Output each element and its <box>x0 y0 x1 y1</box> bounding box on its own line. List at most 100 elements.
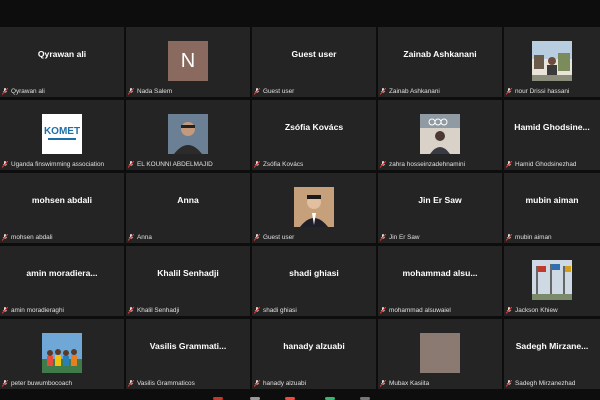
participant-name-label: Jackson Khiew <box>506 307 598 314</box>
komet-logo: KOMET <box>42 114 82 154</box>
muted-mic-icon <box>380 161 386 168</box>
participant-tile[interactable]: Sadegh Mirzane... Sadegh Mirzanezhad <box>504 319 600 389</box>
participant-name-label: Zainab Ashkanani <box>380 88 500 95</box>
participant-name: Uganda finswimming association <box>11 161 105 168</box>
participant-tile[interactable]: Jackson Khiew <box>504 246 600 316</box>
participant-tile[interactable]: EL KOUNNI ABDELMAJID <box>126 100 250 170</box>
participant-display-name: Khalil Senhadji <box>157 268 219 278</box>
muted-mic-icon <box>254 161 260 168</box>
participant-tile[interactable]: shadi ghiasi shadi ghiasi <box>252 246 376 316</box>
participant-name-label: zahra hosseinzadehnamini <box>380 161 500 168</box>
participant-tile[interactable]: zahra hosseinzadehnamini <box>378 100 502 170</box>
participant-name: Khalil Senhadji <box>137 307 180 314</box>
blank-photo <box>420 333 460 373</box>
participant-tile[interactable]: mohammad alsu... mohammad alsuwaiel <box>378 246 502 316</box>
participant-tile[interactable]: Guest user <box>252 173 376 243</box>
participant-tile[interactable]: Mubax Kasiita <box>378 319 502 389</box>
participant-tile[interactable]: Zainab Ashkanani Zainab Ashkanani <box>378 27 502 97</box>
muted-mic-icon <box>254 380 260 387</box>
muted-mic-icon <box>2 161 8 168</box>
participant-name-label: Anna <box>128 234 248 241</box>
participant-tile[interactable]: N Nada Salem <box>126 27 250 97</box>
participant-tile[interactable]: Hamid Ghodsine... Hamid Ghodsinezhad <box>504 100 600 170</box>
participant-name: Qyrawan ali <box>11 88 45 95</box>
participant-display-name: shadi ghiasi <box>289 268 339 278</box>
participant-display-name: Vasilis Grammati... <box>149 341 227 351</box>
participant-tile[interactable]: Vasilis Grammati... Vasilis Grammaticos <box>126 319 250 389</box>
participant-display-name: amin moradiera... <box>26 268 98 278</box>
participant-name: Zsófia Kovács <box>263 161 304 168</box>
participant-tile[interactable]: Guest user Guest user <box>252 27 376 97</box>
participant-tile[interactable]: Qyrawan ali Qyrawan ali <box>0 27 124 97</box>
participant-tile[interactable]: hanady alzuabi hanady alzuabi <box>252 319 376 389</box>
participant-name: EL KOUNNI ABDELMAJID <box>137 161 213 168</box>
participant-name: mubin aiman <box>515 234 552 241</box>
muted-mic-icon <box>506 380 512 387</box>
participant-name: Vasilis Grammaticos <box>137 380 195 387</box>
participant-name-label: mohsen abdali <box>2 234 122 241</box>
participant-tile[interactable]: mohsen abdali mohsen abdali <box>0 173 124 243</box>
participant-name: shadi ghiasi <box>263 307 297 314</box>
muted-mic-icon <box>2 234 8 241</box>
participant-grid: Qyrawan ali Qyrawan ali N Nada Salem Guest… <box>0 27 600 389</box>
participant-display-name: Guest user <box>291 49 337 59</box>
participant-display-name: Sadegh Mirzane... <box>515 341 589 351</box>
participant-name: Jackson Khiew <box>515 307 558 314</box>
letter-avatar: N <box>168 41 208 81</box>
muted-mic-icon <box>254 307 260 314</box>
participant-name-label: Khalil Senhadji <box>128 307 248 314</box>
muted-mic-icon <box>380 88 386 95</box>
muted-mic-icon <box>506 234 512 241</box>
participant-name-label: shadi ghiasi <box>254 307 374 314</box>
participant-tile[interactable]: Jin Er Saw Jin Er Saw <box>378 173 502 243</box>
participant-name-label: peter buwumbocoach <box>2 380 122 387</box>
suit-photo <box>294 187 334 227</box>
participant-name-label: mohammad alsuwaiel <box>380 307 500 314</box>
participant-tile[interactable]: mubin aiman mubin aiman <box>504 173 600 243</box>
participant-display-name: Zainab Ashkanani <box>403 49 477 59</box>
participant-name-label: EL KOUNNI ABDELMAJID <box>128 161 248 168</box>
flags-photo <box>532 260 572 300</box>
participant-name: hanady alzuabi <box>263 380 306 387</box>
participant-name-label: Jin Er Saw <box>380 234 500 241</box>
bottom-toolbar <box>0 396 600 400</box>
man-photo <box>168 114 208 154</box>
participant-name-label: Hamid Ghodsinezhad <box>506 161 598 168</box>
participant-name: Jin Er Saw <box>389 234 420 241</box>
participant-tile[interactable]: Anna Anna <box>126 173 250 243</box>
participant-name: mohsen abdali <box>11 234 53 241</box>
participant-display-name: hanady alzuabi <box>283 341 345 351</box>
participant-name-label: nour Drissi hassani <box>506 88 598 95</box>
muted-mic-icon <box>128 380 134 387</box>
participant-tile[interactable]: nour Drissi hassani <box>504 27 600 97</box>
participant-name: Zainab Ashkanani <box>389 88 440 95</box>
participant-name-label: Nada Salem <box>128 88 248 95</box>
muted-mic-icon <box>2 88 8 95</box>
participant-name: mohammad alsuwaiel <box>389 307 451 314</box>
muted-mic-icon <box>380 234 386 241</box>
participant-tile[interactable]: peter buwumbocoach <box>0 319 124 389</box>
muted-mic-icon <box>506 161 512 168</box>
participant-name-label: Guest user <box>254 88 374 95</box>
participant-name-label: Vasilis Grammaticos <box>128 380 248 387</box>
muted-mic-icon <box>506 88 512 95</box>
participant-display-name: Anna <box>177 195 199 205</box>
muted-mic-icon <box>254 88 260 95</box>
participant-tile[interactable]: amin moradiera... amin moradieraghi <box>0 246 124 316</box>
participant-display-name: mohsen abdali <box>31 195 93 205</box>
participant-name-label: hanady alzuabi <box>254 380 374 387</box>
participant-name-label: Mubax Kasiita <box>380 380 500 387</box>
participant-name: Anna <box>137 234 152 241</box>
participant-name: Sadegh Mirzanezhad <box>515 380 576 387</box>
participant-tile[interactable]: Zsófia Kovács Zsófia Kovács <box>252 100 376 170</box>
komet-logo-text: KOMET <box>44 126 80 137</box>
muted-mic-icon <box>380 307 386 314</box>
participant-name: Guest user <box>263 234 295 241</box>
participant-tile[interactable]: Khalil Senhadji Khalil Senhadji <box>126 246 250 316</box>
participant-name-label: Sadegh Mirzanezhad <box>506 380 598 387</box>
muted-mic-icon <box>2 380 8 387</box>
muted-mic-icon <box>254 234 260 241</box>
participant-name: Hamid Ghodsinezhad <box>515 161 577 168</box>
participant-tile[interactable]: KOMET Uganda finswimming association <box>0 100 124 170</box>
olympic-photo <box>420 114 460 154</box>
